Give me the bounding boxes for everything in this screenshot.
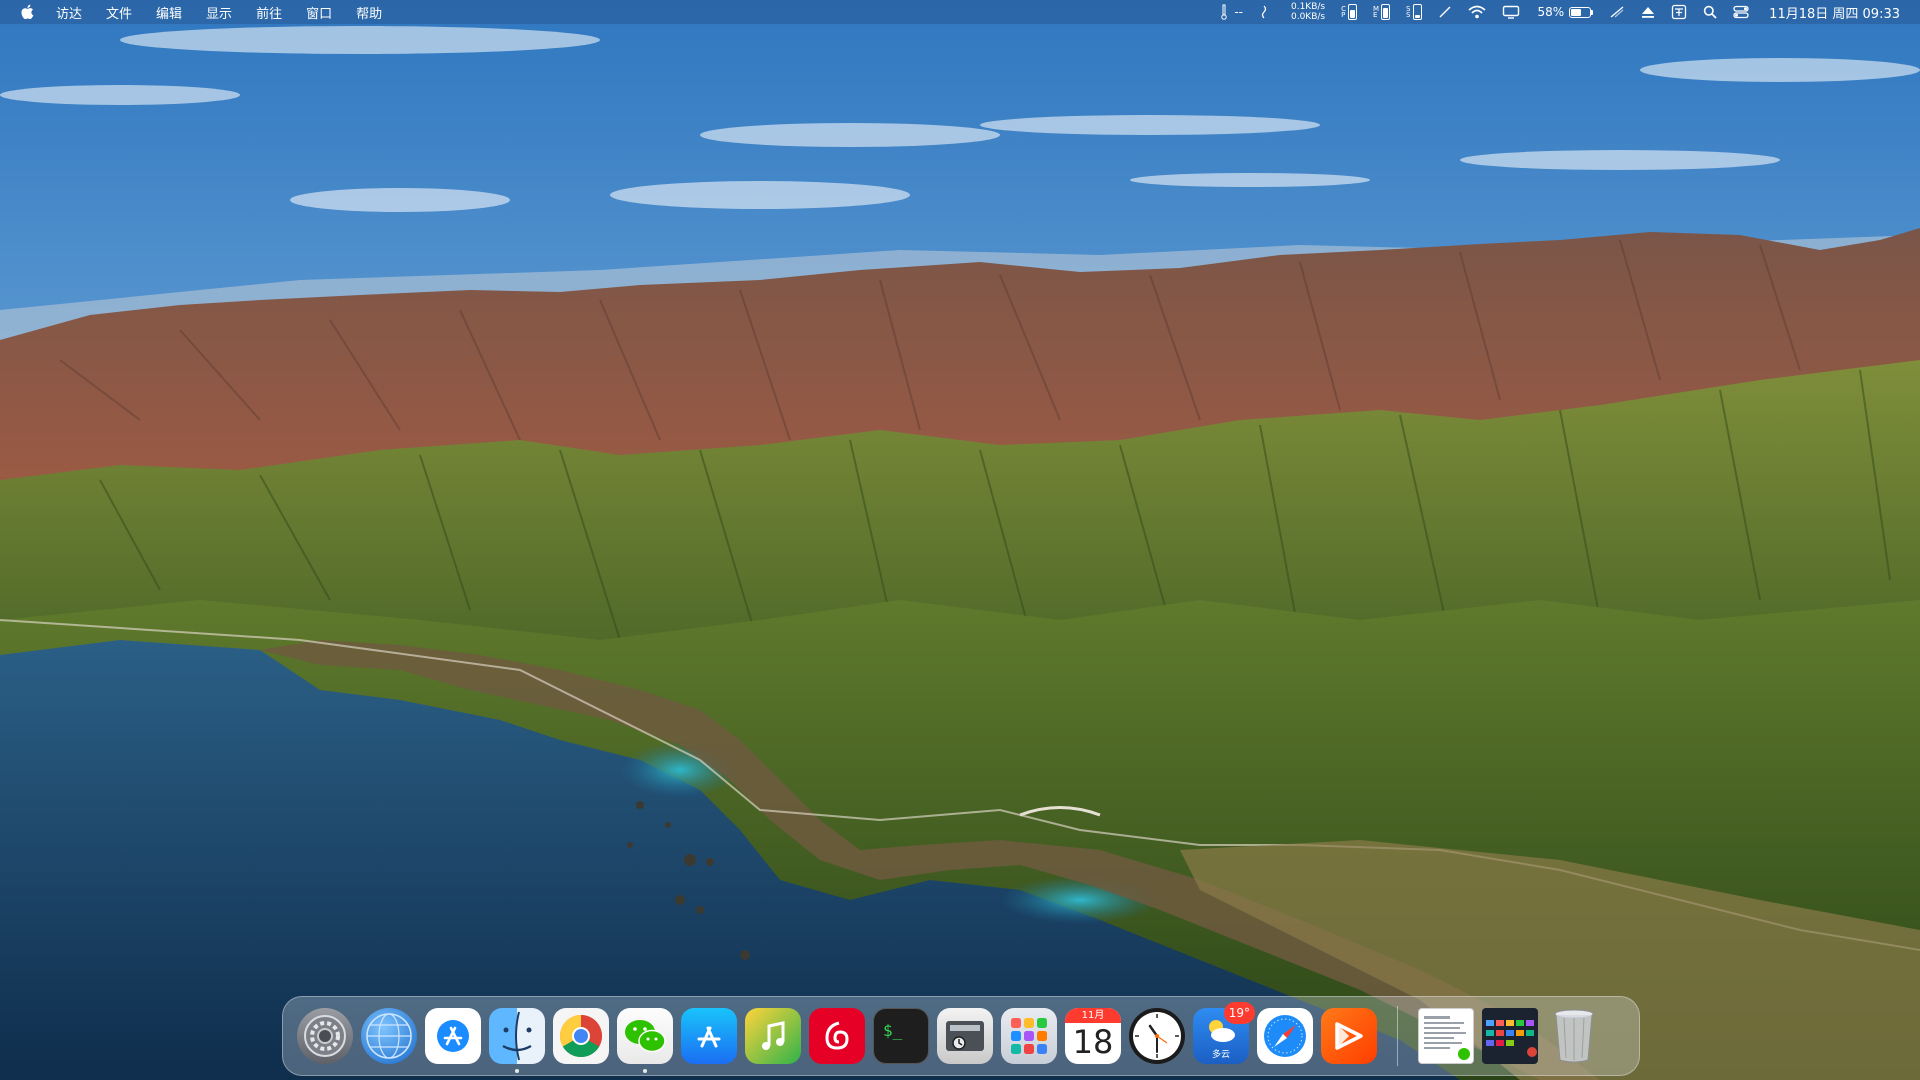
dock-app-network-globe[interactable] [361, 1008, 417, 1064]
disk-meter-icon [1412, 4, 1422, 20]
dock-app-app-store-blue[interactable] [425, 1008, 481, 1064]
menu-edit[interactable]: 编辑 [156, 3, 182, 22]
menu-bar-status-area: -- 0.1KB/s 0.0KB/s CP ME SS 58% 11月18日 周… [1204, 0, 1920, 24]
weather-temperature-badge: 19° [1223, 1002, 1255, 1024]
cpu-meter-label-icon: CP [1341, 5, 1346, 19]
fan-status[interactable] [1259, 5, 1269, 19]
menu-help[interactable]: 帮助 [356, 3, 382, 22]
system-preferences-icon [297, 1008, 353, 1064]
display-icon [1502, 5, 1519, 19]
calendar-icon: 11月 18 [1065, 1008, 1121, 1064]
eject-status[interactable] [1641, 5, 1655, 19]
cpu-meter[interactable]: CP [1341, 4, 1357, 20]
dock-app-app-store[interactable] [681, 1008, 737, 1064]
music-note-icon [745, 1008, 801, 1064]
dock-app-netease-music[interactable] [809, 1008, 865, 1064]
document-thumbnail-icon [1418, 1008, 1474, 1064]
dock-trash[interactable] [1546, 1008, 1602, 1064]
calendar-day: 18 [1072, 1023, 1114, 1061]
chrome-icon [553, 1008, 609, 1064]
terminal-icon: $_ [873, 1008, 929, 1064]
wechat-icon [617, 1008, 673, 1064]
finder-running-indicator [515, 1069, 519, 1073]
display-status[interactable] [1502, 5, 1520, 19]
control-center-icon [1733, 5, 1749, 19]
network-speed[interactable]: 0.1KB/s 0.0KB/s [1291, 2, 1325, 22]
desktop-wallpaper [0, 0, 1920, 1080]
screenshot-thumbnail-icon [1482, 1008, 1538, 1064]
wifi-icon [1467, 5, 1486, 19]
disk-meter-label-icon: SS [1406, 5, 1411, 19]
globe-icon [361, 1008, 417, 1064]
clock-icon [1129, 1008, 1185, 1064]
weather-condition: 多云 [1211, 1050, 1230, 1060]
dock-app-launchpad[interactable] [1001, 1008, 1057, 1064]
control-center-status[interactable] [1733, 5, 1749, 19]
wechat-running-indicator [643, 1069, 647, 1073]
menu-bar: 访达 文件 编辑 显示 前往 窗口 帮助 -- 0.1KB/s 0.0KB/s … [0, 0, 1920, 24]
battery-status[interactable]: 58% [1538, 5, 1594, 19]
memory-meter-label-icon: ME [1373, 5, 1380, 19]
spotlight-status[interactable] [1703, 5, 1717, 19]
network-download-speed: 0.0KB/s [1290, 12, 1326, 22]
dock-app-calendar[interactable]: 11月 18 [1065, 1008, 1121, 1064]
dock-app-clock[interactable] [1129, 1008, 1185, 1064]
netease-music-icon [809, 1008, 865, 1064]
dock-separator [1397, 1006, 1398, 1066]
battery-nub-icon [1591, 9, 1594, 15]
pen-icon [1439, 6, 1450, 18]
menu-bar-clock[interactable]: 11月18日 周四 09:33 [1769, 3, 1900, 22]
thermometer-icon [1221, 4, 1228, 20]
calendar-month: 11月 [1065, 1008, 1121, 1023]
bluetooth-off-status[interactable] [1609, 5, 1625, 19]
pen-status[interactable] [1438, 5, 1452, 19]
signal-off-icon [1610, 6, 1624, 18]
app-store-icon [681, 1008, 737, 1064]
dock-app-chrome[interactable] [553, 1008, 609, 1064]
memory-meter-icon [1381, 4, 1391, 20]
sensor-value: -- [1234, 5, 1243, 19]
svg-text:$_: $_ [883, 1021, 903, 1040]
dock-app-safari[interactable] [1257, 1008, 1313, 1064]
dock-app-wechat[interactable] [617, 1008, 673, 1073]
input-method-icon [1672, 4, 1687, 20]
menu-view[interactable]: 显示 [206, 3, 232, 22]
search-icon [1703, 5, 1717, 19]
fan-icon [1261, 5, 1267, 19]
menu-window[interactable]: 窗口 [306, 3, 332, 22]
app-store-blue-icon [425, 1008, 481, 1064]
battery-icon [1569, 6, 1592, 18]
wifi-status[interactable] [1467, 5, 1486, 19]
dock: $_ 11月 18 多云 19° [282, 996, 1640, 1076]
finder-icon [489, 1008, 545, 1064]
input-method-status[interactable] [1671, 4, 1687, 20]
dock-app-disk-utility[interactable] [937, 1008, 993, 1064]
launchpad-icon [1001, 1008, 1057, 1064]
dock-app-music-note-app[interactable] [745, 1008, 801, 1064]
eject-icon [1642, 7, 1655, 18]
network-upload-speed: 0.1KB/s [1290, 2, 1326, 12]
safari-icon [1257, 1008, 1313, 1064]
dock-app-terminal[interactable]: $_ [873, 1008, 929, 1064]
dock-app-system-preferences[interactable] [297, 1008, 353, 1064]
dock-recent-document[interactable] [1418, 1008, 1474, 1064]
cpu-meter-icon [1348, 4, 1357, 20]
menu-bar-left: 访达 文件 编辑 显示 前往 窗口 帮助 [0, 0, 406, 24]
menu-go[interactable]: 前往 [256, 3, 282, 22]
disk-meter[interactable]: SS [1406, 4, 1422, 20]
dock-app-weather[interactable]: 多云 19° [1193, 1002, 1255, 1064]
battery-percent: 58% [1537, 5, 1565, 19]
infuse-icon [1321, 1008, 1377, 1064]
sensor-status[interactable]: -- [1220, 4, 1243, 20]
trash-icon [1546, 1008, 1602, 1064]
menu-finder[interactable]: 访达 [56, 3, 82, 22]
disk-utility-icon [937, 1008, 993, 1064]
memory-meter[interactable]: ME [1373, 4, 1391, 20]
dock-app-infuse[interactable] [1321, 1008, 1377, 1064]
apple-menu-icon[interactable] [20, 3, 36, 21]
apple-logo-icon [21, 4, 34, 20]
dock-app-finder[interactable] [489, 1008, 545, 1073]
dock-recent-screenshot[interactable] [1482, 1008, 1538, 1064]
menu-file[interactable]: 文件 [106, 3, 132, 22]
